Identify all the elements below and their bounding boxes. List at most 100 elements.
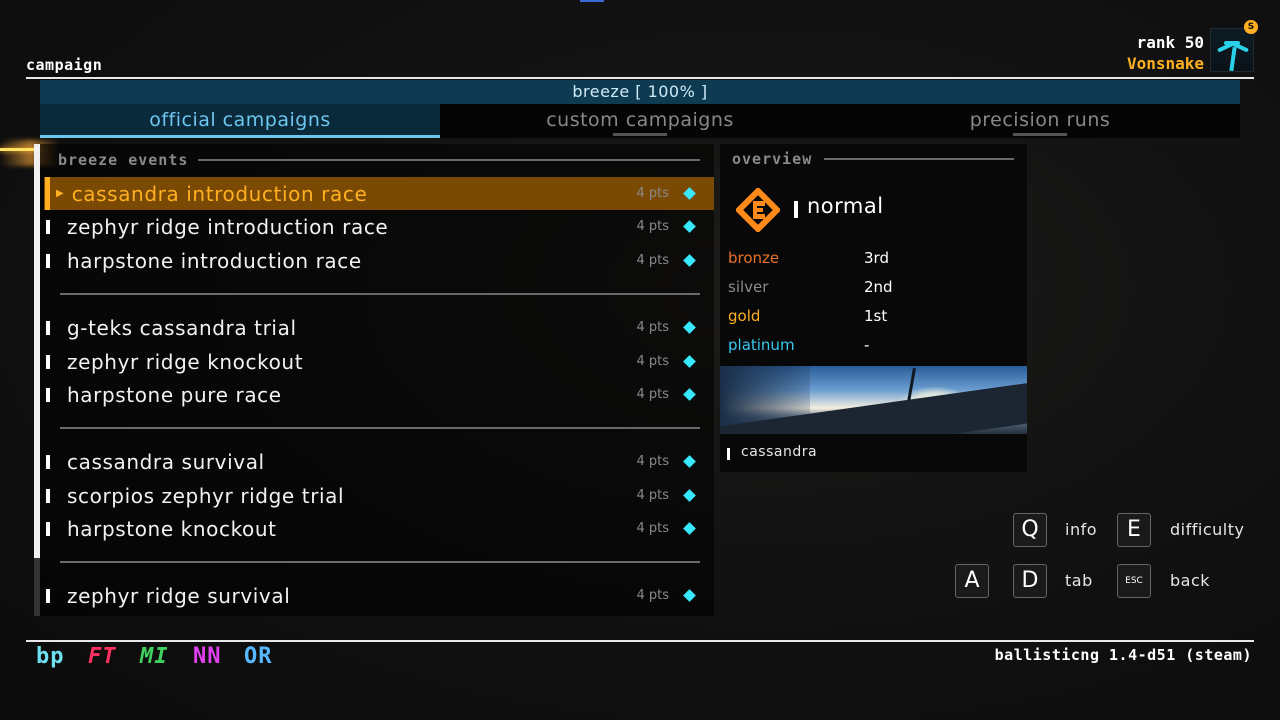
supporter-badge-icon: S <box>1244 20 1258 34</box>
divider <box>198 159 700 161</box>
diamond-icon <box>683 388 696 401</box>
back-label: back <box>1170 571 1211 590</box>
tab-precision-runs[interactable]: precision runs <box>840 104 1240 138</box>
key-esc-button[interactable]: ESC <box>1117 564 1151 598</box>
overview-header: overview <box>732 150 1014 168</box>
event-marker <box>46 219 50 234</box>
event-name: zephyr ridge introduction race <box>67 214 389 239</box>
rank-label: rank 50 <box>1136 33 1204 52</box>
key-q-button[interactable]: Q <box>1013 513 1047 547</box>
event-points: 4 pts <box>636 186 669 201</box>
tab-official-campaigns[interactable]: official campaigns <box>40 104 440 138</box>
key-a-button[interactable]: A <box>955 564 989 598</box>
diamond-icon <box>683 254 696 267</box>
tab-underline <box>1013 133 1067 136</box>
diamond-icon <box>683 187 696 200</box>
diamond-icon <box>683 589 696 602</box>
event-item[interactable]: harpstone pure race 4 pts <box>44 378 714 411</box>
diamond-icon <box>683 522 696 535</box>
medal-label-bronze: bronze <box>728 249 780 267</box>
version-label: ballisticng 1.4-d51 (steam) <box>994 646 1252 664</box>
campaign-progress-title: breeze [ 100% ] <box>40 80 1240 104</box>
event-name: cassandra survival <box>67 449 265 474</box>
events-section-header: breeze events <box>58 150 700 170</box>
palm-leaf-icon <box>1224 41 1240 45</box>
campaign-tabs: official campaigns custom campaigns prec… <box>40 104 1240 138</box>
tab-custom-campaigns[interactable]: custom campaigns <box>440 104 840 138</box>
difficulty-label: difficulty <box>1170 520 1245 539</box>
event-item[interactable]: g-teks cassandra trial 4 pts <box>44 311 714 344</box>
event-name: scorpios zephyr ridge trial <box>67 483 345 508</box>
diamond-icon <box>683 455 696 468</box>
event-points: 4 pts <box>636 454 669 469</box>
event-name: harpstone introduction race <box>67 248 362 273</box>
event-points: 4 pts <box>636 387 669 402</box>
medal-label-silver: silver <box>728 278 769 296</box>
event-marker <box>46 488 50 503</box>
medal-value-gold: 1st <box>864 307 888 325</box>
overview-title: overview <box>732 150 813 168</box>
header-divider <box>26 77 1254 79</box>
track-marker <box>727 448 730 460</box>
medal-value-silver: 2nd <box>864 278 893 296</box>
palm-trunk-icon <box>1229 46 1237 71</box>
team-logo-or: OR <box>244 644 273 669</box>
event-marker <box>46 521 50 536</box>
event-item[interactable]: zephyr ridge introduction race 4 pts <box>44 210 714 243</box>
key-e-button[interactable]: E <box>1117 513 1151 547</box>
event-item[interactable]: harpstone introduction race 4 pts <box>44 244 714 277</box>
difficulty-icon <box>736 188 780 232</box>
diamond-icon <box>683 220 696 233</box>
group-divider <box>60 561 700 563</box>
tab-underline <box>613 133 667 136</box>
team-logo-ft: FT <box>88 644 117 669</box>
info-label: info <box>1065 520 1098 539</box>
player-avatar <box>1210 28 1254 72</box>
footer-divider <box>26 640 1254 642</box>
event-name: zephyr ridge knockout <box>67 349 304 374</box>
medal-value-bronze: 3rd <box>864 249 889 267</box>
event-list-scrollbar[interactable] <box>34 144 40 616</box>
divider <box>824 158 1014 160</box>
tab-label: custom campaigns <box>546 109 734 131</box>
event-item[interactable]: cassandra survival 4 pts <box>44 445 714 478</box>
tab-label: tab <box>1065 571 1093 590</box>
event-item[interactable]: harpstone knockout 4 pts <box>44 512 714 545</box>
event-item[interactable]: zephyr ridge survival 4 pts <box>44 579 714 612</box>
event-points: 4 pts <box>636 521 669 536</box>
key-d-button[interactable]: D <box>1013 564 1047 598</box>
overview-panel: overview normal bronze 3rd silver 2nd go… <box>720 144 1027 472</box>
team-logo-nn: NN <box>193 644 222 669</box>
medal-label-gold: gold <box>728 307 761 325</box>
diamond-icon <box>683 355 696 368</box>
track-name: cassandra <box>741 444 818 460</box>
team-logo-bp: bp <box>36 644 65 669</box>
event-name: g-teks cassandra trial <box>67 315 297 340</box>
event-points: 4 pts <box>636 354 669 369</box>
event-points: 4 pts <box>636 588 669 603</box>
event-marker <box>46 387 50 402</box>
group-divider <box>60 427 700 429</box>
top-marker <box>580 0 604 2</box>
event-points: 4 pts <box>636 320 669 335</box>
difficulty-name: normal <box>807 194 884 218</box>
team-logo-mi: MI <box>140 644 169 669</box>
selection-bar <box>45 177 50 210</box>
event-marker <box>46 454 50 469</box>
page-title: campaign <box>26 56 103 74</box>
tab-label: precision runs <box>969 109 1111 131</box>
event-item[interactable]: ▶ cassandra introduction race 4 pts <box>44 177 714 210</box>
event-item[interactable]: zephyr ridge knockout 4 pts <box>44 345 714 378</box>
player-name: Vonsnake <box>1126 54 1204 73</box>
event-item[interactable]: scorpios zephyr ridge trial 4 pts <box>44 479 714 512</box>
tab-label: official campaigns <box>149 109 331 131</box>
event-marker <box>46 253 50 268</box>
event-marker <box>46 354 50 369</box>
difficulty-marker <box>794 201 798 218</box>
scrollbar-thumb[interactable] <box>34 144 40 558</box>
event-points: 4 pts <box>636 219 669 234</box>
event-name: cassandra introduction race <box>71 181 368 206</box>
medal-value-platinum: - <box>864 336 870 354</box>
selection-arrow-icon: ▶ <box>56 188 64 199</box>
event-points: 4 pts <box>636 253 669 268</box>
